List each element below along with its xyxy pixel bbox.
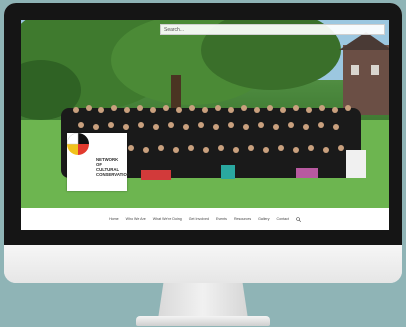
monitor-foot: [136, 316, 270, 326]
main-navigation: Home Who We Are What We're Doing Get Inv…: [21, 208, 389, 230]
monitor-neck: [158, 283, 248, 319]
nav-item-events[interactable]: Events: [216, 217, 227, 221]
search-icon[interactable]: [296, 216, 301, 222]
nav-item-get-involved[interactable]: Get Involved: [189, 217, 209, 221]
site-logo[interactable]: NETWORK OF CULTURAL CONSERVATION: [67, 133, 130, 191]
nav-item-resources[interactable]: Resources: [234, 217, 251, 221]
website-screen: Search... NETWORK OF CULTURAL CONSERVATI…: [21, 20, 389, 230]
search-input[interactable]: Search...: [160, 24, 385, 35]
nav-item-who-we-are[interactable]: Who We Are: [126, 217, 146, 221]
logo-line-3: CONSERVATION: [96, 172, 130, 177]
monitor-chin: [4, 245, 402, 283]
logo-text: NETWORK OF CULTURAL CONSERVATION: [96, 157, 130, 177]
nav-item-contact[interactable]: Contact: [277, 217, 289, 221]
hero-photo: Search... NETWORK OF CULTURAL CONSERVATI…: [21, 20, 389, 208]
nav-item-what-were-doing[interactable]: What We're Doing: [153, 217, 182, 221]
nav-item-gallery[interactable]: Gallery: [258, 217, 269, 221]
medicine-wheel-icon: [67, 133, 89, 155]
search-placeholder: Search...: [164, 26, 185, 33]
logo-line-1: NETWORK OF: [96, 157, 119, 167]
nav-item-home[interactable]: Home: [109, 217, 119, 221]
